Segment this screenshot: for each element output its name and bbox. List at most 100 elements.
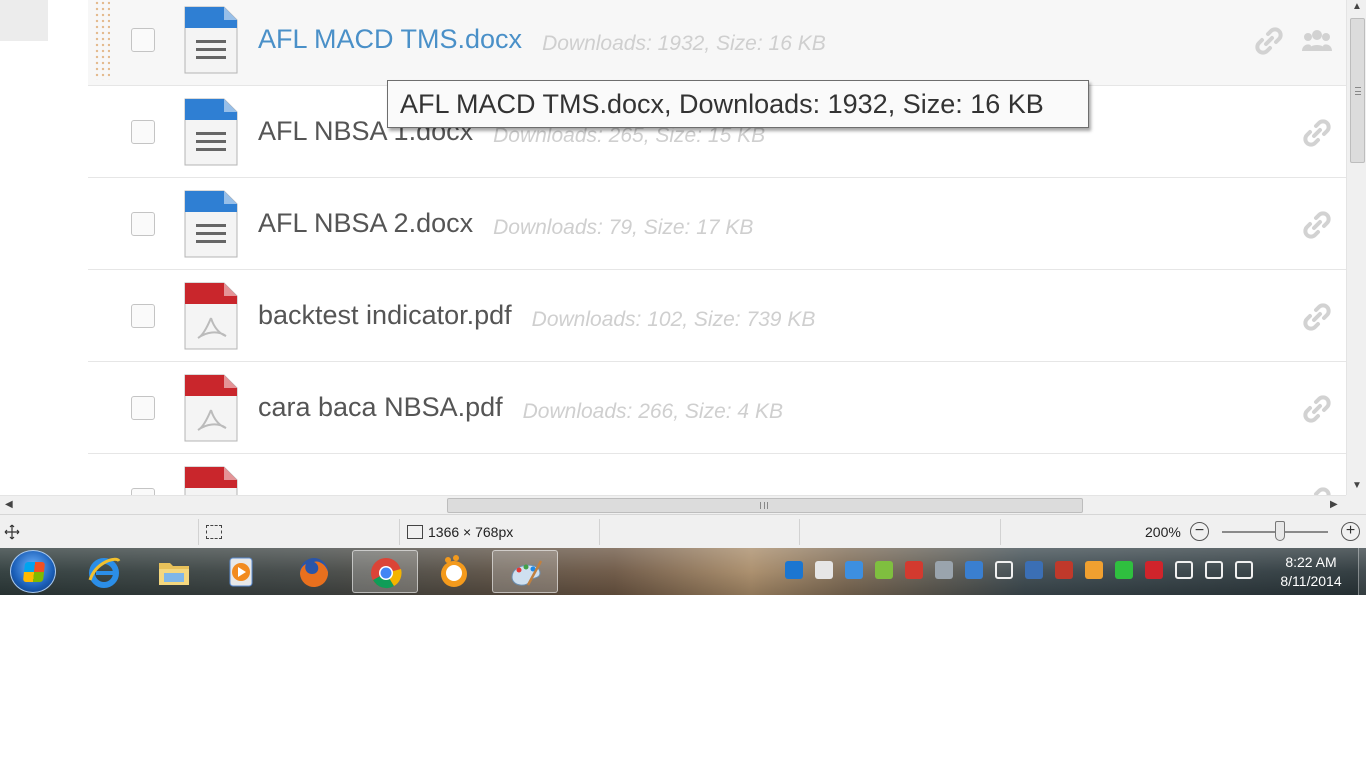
file-checkbox[interactable] (131, 488, 155, 495)
file-row[interactable] (88, 454, 1346, 495)
file-tooltip: AFL MACD TMS.docx, Downloads: 1932, Size… (387, 80, 1089, 128)
grip-icon (760, 502, 768, 509)
scroll-down-arrow-icon[interactable]: ▼ (1352, 480, 1362, 491)
pen-icon[interactable] (1085, 561, 1103, 579)
pdf-file-icon (184, 466, 238, 495)
clock[interactable]: 8:22 AM 8/11/2014 (1266, 553, 1356, 591)
taskbar-firefox-button[interactable] (281, 550, 347, 593)
monitor-icon[interactable] (935, 561, 953, 579)
pdf-file-icon (184, 374, 238, 442)
link-icon[interactable] (1254, 26, 1284, 56)
file-name-link[interactable]: cara baca NBSA.pdf (258, 392, 503, 423)
link-icon[interactable] (1302, 302, 1332, 332)
group-share-icon[interactable] (1302, 27, 1332, 55)
file-checkbox[interactable] (131, 212, 155, 236)
scroll-up-arrow-icon[interactable]: ▲ (1352, 1, 1362, 12)
show-desktop-button[interactable] (1358, 548, 1366, 595)
selection-size-icon (206, 525, 222, 539)
link-icon[interactable] (1302, 118, 1332, 148)
disc-icon[interactable] (1025, 561, 1043, 579)
taskbar-file-explorer-button[interactable] (141, 550, 207, 593)
status-separator (1000, 519, 1001, 545)
scroll-left-arrow-icon[interactable]: ◀ (5, 499, 13, 510)
docx-file-icon (184, 98, 238, 166)
zoom-slider-thumb[interactable] (1275, 521, 1286, 541)
sync-icon[interactable] (875, 561, 893, 579)
file-meta: Downloads: 1932, Size: 16 KB (542, 32, 826, 55)
pdf-file-icon (184, 282, 238, 350)
zoom-in-button[interactable]: + (1341, 522, 1360, 541)
file-list: AFL MACD TMS.docx Downloads: 1932, Size: … (88, 0, 1346, 495)
file-name-link[interactable]: AFL NBSA 2.docx (258, 208, 473, 239)
taskbar-internet-explorer-button[interactable] (71, 550, 137, 593)
status-separator (399, 519, 400, 545)
file-row[interactable]: AFL NBSA 2.docx Downloads: 79, Size: 17 K… (88, 178, 1346, 270)
file-checkbox[interactable] (131, 304, 155, 328)
file-meta: Downloads: 266, Size: 4 KB (522, 400, 783, 423)
action-center-flag-icon[interactable] (815, 561, 833, 579)
horizontal-scrollbar[interactable]: ◀ ▶ (0, 495, 1346, 514)
firefox-icon (296, 554, 332, 590)
taskbar-chrome-button[interactable] (352, 550, 418, 593)
antivirus-icon[interactable] (1145, 561, 1163, 579)
horizontal-scroll-thumb[interactable] (447, 498, 1083, 513)
zoom-level: 200% (1145, 524, 1181, 540)
file-meta: Downloads: 79, Size: 17 KB (493, 216, 754, 239)
docx-file-icon (184, 6, 238, 74)
chrome-icon (368, 555, 404, 591)
power-icon[interactable] (1205, 561, 1223, 579)
docx-file-icon (184, 190, 238, 258)
green-arrow-icon[interactable] (1115, 561, 1133, 579)
start-button[interactable] (10, 550, 56, 593)
file-name-link[interactable]: AFL MACD TMS.docx (258, 24, 522, 55)
vertical-scroll-thumb[interactable] (1350, 18, 1365, 163)
taskbar: 8:22 AM 8/11/2014 (0, 548, 1366, 595)
vertical-scrollbar[interactable]: ▲ ▼ (1346, 0, 1366, 495)
windows-logo-icon (22, 562, 46, 582)
bluetooth-icon[interactable] (995, 561, 1013, 579)
status-separator (198, 519, 199, 545)
file-row[interactable]: backtest indicator.pdf Downloads: 102, Si… (88, 270, 1346, 362)
scroll-right-arrow-icon[interactable]: ▶ (1330, 499, 1338, 510)
volume-icon[interactable] (1175, 561, 1193, 579)
file-name-link[interactable]: backtest indicator.pdf (258, 300, 512, 331)
zoom-out-button[interactable]: − (1190, 522, 1209, 541)
taskbar-media-player-button[interactable] (208, 550, 274, 593)
scrollbar-corner (1346, 495, 1366, 514)
file-row[interactable]: AFL MACD TMS.docx Downloads: 1932, Size: … (88, 0, 1346, 86)
clock-date: 8/11/2014 (1280, 573, 1342, 589)
clock-time: 8:22 AM (1285, 554, 1337, 570)
file-checkbox[interactable] (131, 120, 155, 144)
screen: AFL MACD TMS.docx Downloads: 1932, Size: … (0, 0, 1366, 768)
media-player-icon (223, 554, 259, 590)
link-icon[interactable] (1302, 394, 1332, 424)
taskbar-messenger-button[interactable] (421, 550, 487, 593)
grip-icon (1355, 87, 1361, 95)
colorful-ring-icon[interactable] (905, 561, 923, 579)
file-list-viewport: AFL MACD TMS.docx Downloads: 1932, Size: … (0, 0, 1346, 495)
link-icon[interactable] (1302, 486, 1332, 495)
dropbox-icon[interactable] (845, 561, 863, 579)
panel-fragment (0, 0, 48, 41)
file-checkbox[interactable] (131, 396, 155, 420)
move-cursor-icon (4, 524, 20, 540)
image-size-icon (407, 525, 423, 539)
taskbar-paint-button[interactable] (492, 550, 558, 593)
image-dimensions: 1366 × 768px (428, 524, 514, 540)
file-checkbox[interactable] (131, 28, 155, 52)
cluster-icon[interactable] (1055, 561, 1073, 579)
status-separator (599, 519, 600, 545)
teamviewer-icon[interactable] (785, 561, 803, 579)
signal-icon[interactable] (1235, 561, 1253, 579)
link-icon[interactable] (1302, 210, 1332, 240)
folder-icon (156, 554, 192, 590)
system-tray (785, 556, 1255, 586)
file-row[interactable]: cara baca NBSA.pdf Downloads: 266, Size: … (88, 362, 1346, 454)
ie-icon (86, 554, 122, 590)
paint-icon (508, 555, 544, 591)
messenger-icon (436, 554, 472, 590)
drag-handle-icon[interactable] (94, 0, 110, 80)
network-share-icon[interactable] (965, 561, 983, 579)
status-separator (799, 519, 800, 545)
status-bar: 1366 × 768px 200% − + (0, 514, 1366, 548)
